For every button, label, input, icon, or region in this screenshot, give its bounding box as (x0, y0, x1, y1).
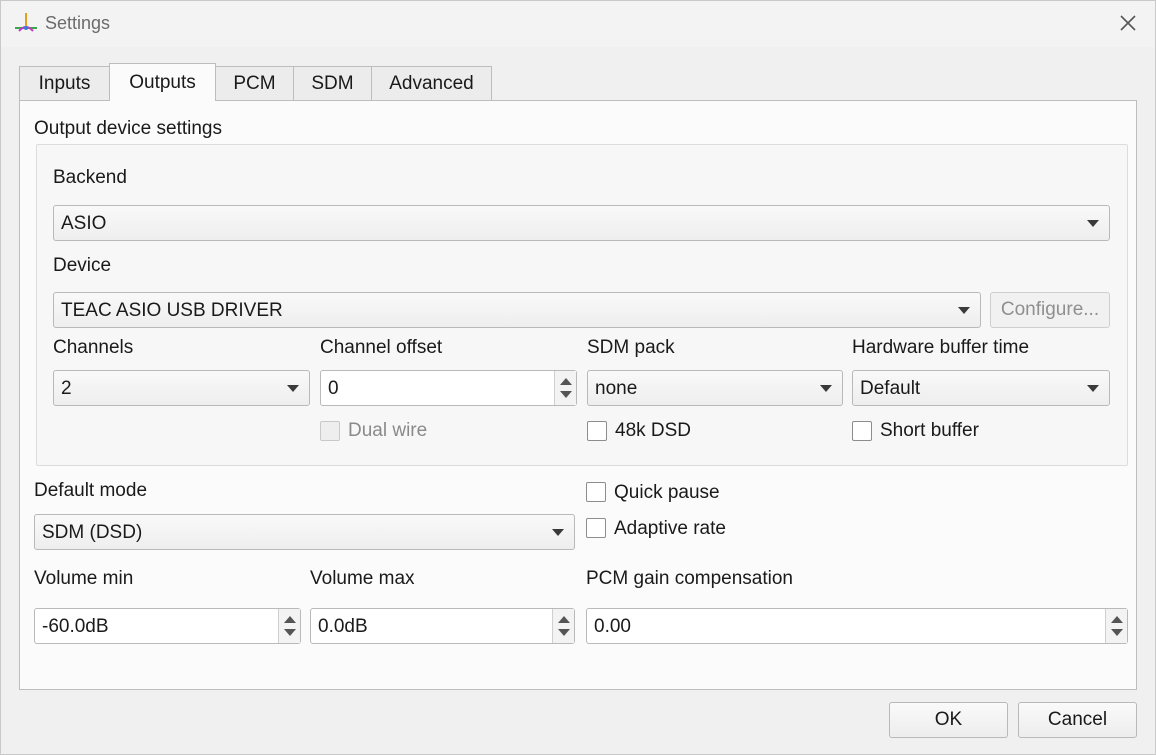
sdm-pack-select[interactable]: none (587, 370, 843, 406)
spin-down-icon (558, 629, 570, 636)
channels-select[interactable]: 2 (53, 370, 310, 406)
hardware-buffer-value: Default (860, 378, 921, 399)
hardware-buffer-select[interactable]: Default (852, 370, 1110, 406)
channel-offset-value: 0 (328, 378, 339, 399)
pcm-gain-value: 0.00 (594, 616, 631, 637)
dual-wire-checkbox[interactable] (320, 421, 340, 441)
backend-select[interactable]: ASIO (53, 205, 1110, 241)
chevron-down-icon (552, 529, 564, 536)
spin-down-icon (284, 629, 296, 636)
title-bar: Settings (1, 1, 1155, 47)
spin-buttons[interactable] (554, 371, 576, 405)
spin-buttons[interactable] (278, 609, 300, 643)
hardware-buffer-label: Hardware buffer time (852, 337, 1030, 358)
channel-offset-spinbox[interactable]: 0 (320, 370, 577, 406)
volume-max-label: Volume max (310, 568, 415, 589)
spin-up-icon (560, 378, 572, 385)
close-icon (1120, 15, 1136, 31)
tab-pcm[interactable]: PCM (215, 66, 294, 100)
dual-wire-label: Dual wire (348, 420, 428, 441)
quick-pause-checkbox[interactable] (586, 482, 606, 502)
tab-advanced[interactable]: Advanced (371, 66, 492, 100)
sdm-pack-label: SDM pack (587, 337, 675, 358)
adaptive-rate-label: Adaptive rate (614, 518, 726, 539)
channels-value: 2 (61, 378, 72, 399)
volume-min-value: -60.0dB (42, 616, 109, 637)
chevron-down-icon (1087, 385, 1099, 392)
chevron-down-icon (958, 307, 970, 314)
output-device-settings-label: Output device settings (34, 118, 222, 139)
channel-offset-label: Channel offset (320, 337, 443, 358)
window-title: Settings (45, 13, 111, 33)
spin-up-icon (1111, 616, 1123, 623)
volume-min-spinbox[interactable]: -60.0dB (34, 608, 301, 644)
default-mode-select[interactable]: SDM (DSD) (34, 514, 575, 550)
device-value: TEAC ASIO USB DRIVER (61, 300, 283, 321)
pcm-gain-label: PCM gain compensation (586, 568, 793, 589)
spin-down-icon (560, 391, 572, 398)
spin-buttons[interactable] (552, 609, 574, 643)
default-mode-value: SDM (DSD) (42, 522, 143, 543)
chevron-down-icon (287, 385, 299, 392)
device-select[interactable]: TEAC ASIO USB DRIVER (53, 292, 981, 328)
chevron-down-icon (1087, 220, 1099, 227)
dsd-48k-label: 48k DSD (615, 420, 692, 441)
spin-up-icon (284, 616, 296, 623)
volume-max-value: 0.0dB (318, 616, 368, 637)
spin-down-icon (1111, 629, 1123, 636)
configure-button[interactable]: Configure... (990, 292, 1110, 328)
adaptive-rate-checkbox[interactable] (586, 518, 606, 538)
default-mode-label: Default mode (34, 480, 148, 501)
volume-max-spinbox[interactable]: 0.0dB (310, 608, 575, 644)
settings-window: Settings Inputs Outputs PCM SDM Advanced… (0, 0, 1156, 755)
close-button[interactable] (1115, 10, 1141, 36)
spin-buttons[interactable] (1105, 609, 1127, 643)
spin-up-icon (558, 616, 570, 623)
outputs-panel: Output device settings Backend ASIO Devi… (19, 100, 1137, 690)
dsd-48k-checkbox[interactable] (587, 421, 607, 441)
sdm-pack-value: none (595, 378, 638, 399)
ok-button[interactable]: OK (889, 702, 1008, 738)
short-buffer-checkbox[interactable] (852, 421, 872, 441)
app-logo-icon (13, 11, 39, 35)
device-label: Device (53, 255, 112, 276)
tab-inputs[interactable]: Inputs (19, 66, 110, 100)
tab-sdm[interactable]: SDM (293, 66, 372, 100)
volume-min-label: Volume min (34, 568, 134, 589)
backend-label: Backend (53, 167, 127, 188)
pcm-gain-spinbox[interactable]: 0.00 (586, 608, 1128, 644)
cancel-button[interactable]: Cancel (1018, 702, 1137, 738)
tab-outputs[interactable]: Outputs (109, 63, 216, 101)
backend-value: ASIO (61, 213, 107, 234)
channels-label: Channels (53, 337, 134, 358)
quick-pause-label: Quick pause (614, 482, 720, 503)
short-buffer-label: Short buffer (880, 420, 979, 441)
output-device-group: Backend ASIO Device TEAC ASIO USB DRIVER… (36, 144, 1128, 466)
chevron-down-icon (820, 385, 832, 392)
